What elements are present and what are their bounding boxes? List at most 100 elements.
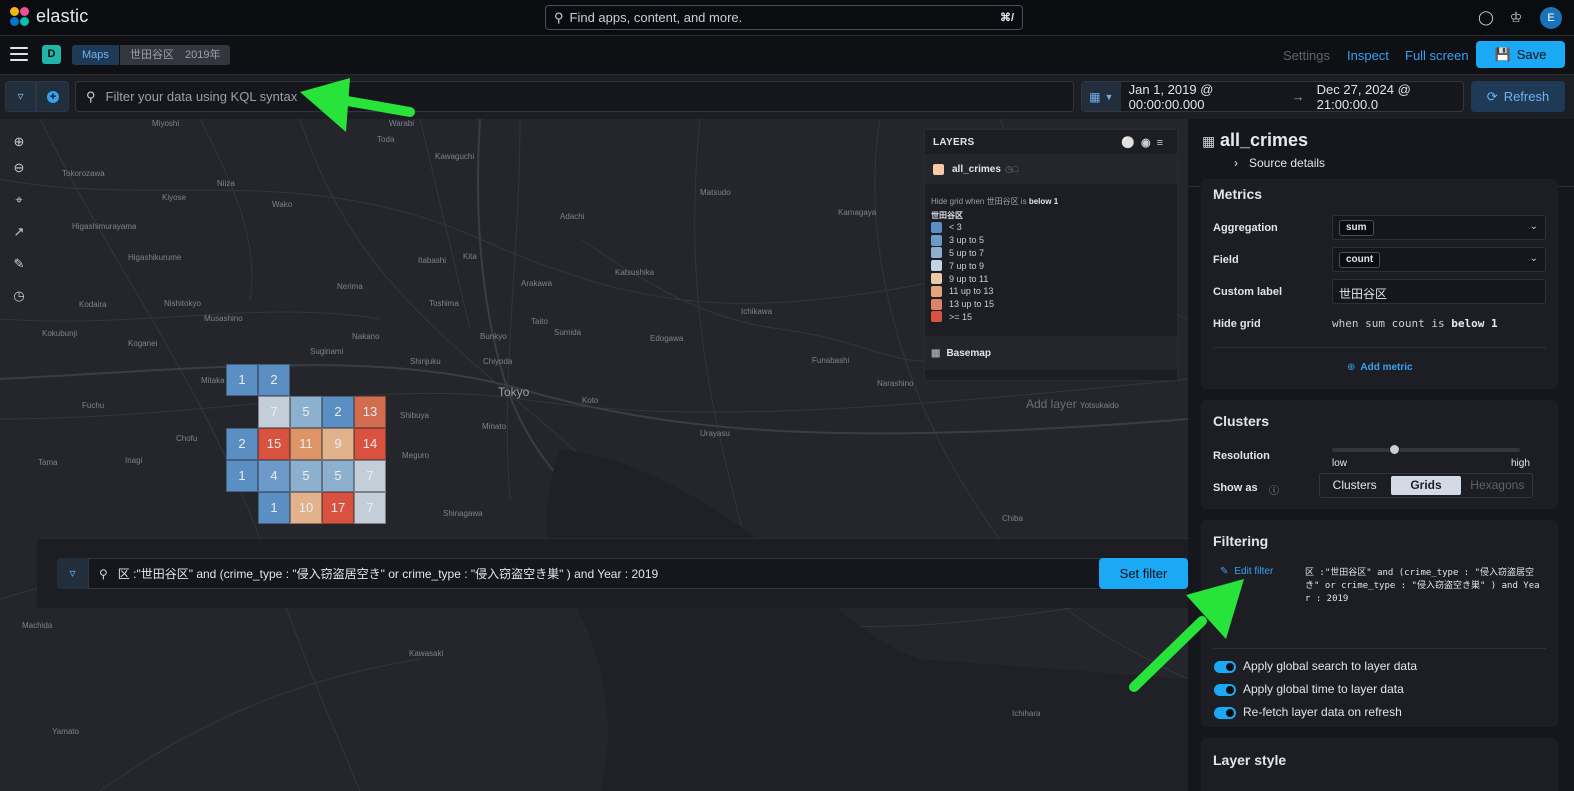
aggregation-value: sum: [1339, 220, 1374, 236]
legend-swatch: [931, 273, 942, 285]
zoom-out-icon[interactable]: ⊖: [10, 159, 28, 177]
grid-cell[interactable]: 7: [258, 396, 290, 428]
save-button[interactable]: 💾 Save: [1476, 41, 1565, 68]
grid-cell[interactable]: 2: [258, 364, 290, 396]
settings-link[interactable]: Settings: [1283, 48, 1330, 63]
grid-cell[interactable]: 1: [226, 460, 258, 492]
calendar-icon[interactable]: ▦ ▼: [1082, 82, 1121, 111]
layer-settings-header: ▦ all_crimes › Source details: [1188, 119, 1574, 187]
map-label: Kita: [463, 252, 477, 261]
grid-cell[interactable]: 7: [354, 460, 386, 492]
layer-row-all-crimes[interactable]: all_crimes ◷□: [925, 154, 1177, 184]
grid-cell[interactable]: 5: [290, 396, 322, 428]
grid-cell[interactable]: 7: [354, 492, 386, 524]
chevron-right-icon[interactable]: ›: [1234, 156, 1238, 170]
grid-cell[interactable]: 2: [322, 396, 354, 428]
search-icon: ⚲: [86, 88, 96, 104]
global-time-toggle-label: Apply global time to layer data: [1243, 682, 1404, 696]
grid-cell[interactable]: 1: [258, 492, 290, 524]
legend-swatch: [931, 260, 942, 272]
arrow-right-icon: →: [1291, 89, 1305, 104]
filter-menu-icon[interactable]: ▿: [5, 81, 36, 112]
search-icon: ⚲: [99, 566, 108, 581]
query-bar: ▿ + ⚲ Filter your data using KQL syntax …: [0, 75, 1574, 119]
aggregation-select[interactable]: sum ⌄: [1332, 215, 1546, 240]
show-as-button-group: Clusters Grids Hexagons: [1319, 473, 1533, 498]
global-search-input[interactable]: ⚲ Find apps, content, and more. ⌘/: [545, 5, 1023, 30]
grid-cell[interactable]: 5: [322, 460, 354, 492]
resolution-slider[interactable]: [1332, 444, 1520, 455]
map-label: Toda: [377, 135, 395, 144]
legend-swatch: [931, 298, 942, 310]
app-toolbar: D Maps 世田谷区 2019年 Settings Inspect Full …: [0, 36, 1574, 75]
grid-cell[interactable]: 14: [354, 428, 386, 460]
refresh-icon: ⟳: [1486, 88, 1498, 104]
layer-visibility-icons[interactable]: ⚪◉≡: [1121, 136, 1169, 149]
layer-filter-input[interactable]: ⚲ 区 :"世田谷区" and (crime_type : "侵入窃盗居空き" …: [88, 558, 1127, 589]
space-avatar[interactable]: D: [42, 45, 61, 64]
grid-cell[interactable]: 2: [226, 428, 258, 460]
map-label: Mitaka: [201, 376, 225, 385]
add-filter-button[interactable]: +: [36, 81, 69, 112]
zoom-in-icon[interactable]: ⊕: [10, 133, 28, 151]
grid-cell[interactable]: 4: [258, 460, 290, 492]
custom-label-input[interactable]: 世田谷区: [1332, 279, 1546, 304]
elastic-logo[interactable]: elastic: [10, 6, 88, 27]
grid-cell[interactable]: 17: [322, 492, 354, 524]
news-feed-icon[interactable]: ♔: [1507, 8, 1525, 26]
refetch-toggle[interactable]: [1214, 707, 1236, 719]
layer-name[interactable]: all_crimes: [952, 164, 1001, 175]
legend-label: 3 up to 5: [949, 235, 985, 246]
hide-grid-condition[interactable]: when sum count is below 1: [1332, 317, 1498, 330]
layer-filter-query[interactable]: 区 :"世田谷区" and (crime_type : "侵入窃盗居空き" or…: [118, 565, 658, 582]
inspect-link[interactable]: Inspect: [1347, 48, 1389, 63]
layers-title: LAYERS: [933, 136, 975, 148]
field-select[interactable]: count ⌄: [1332, 247, 1546, 272]
timeslider-icon[interactable]: ◷: [10, 287, 28, 305]
legend-label: < 3: [949, 222, 962, 233]
full-screen-link[interactable]: Full screen: [1405, 48, 1469, 63]
map-label: Machida: [22, 621, 53, 630]
show-as-hexagons[interactable]: Hexagons: [1463, 474, 1532, 497]
date-start[interactable]: Jan 1, 2019 @ 00:00:00.000: [1129, 82, 1280, 112]
source-details-toggle[interactable]: Source details: [1249, 156, 1325, 170]
grid-cell[interactable]: 9: [322, 428, 354, 460]
info-icon[interactable]: ⓘ: [1269, 482, 1279, 497]
map-label: Ichihara: [1012, 709, 1041, 718]
filter-menu-icon[interactable]: ▿: [57, 558, 88, 589]
kql-search-input[interactable]: ⚲ Filter your data using KQL syntax: [75, 81, 1074, 112]
map-label: Chofu: [176, 434, 198, 443]
basemap-layer-row[interactable]: ▦ Basemap: [925, 336, 1177, 370]
legend-label: 13 up to 15: [949, 299, 995, 310]
help-icon[interactable]: ◯: [1477, 8, 1495, 26]
grid-cell[interactable]: 13: [354, 396, 386, 428]
fit-to-data-icon[interactable]: ⌖: [10, 191, 28, 209]
menu-icon[interactable]: [10, 47, 28, 63]
resolution-high-label: high: [1511, 458, 1530, 469]
grid-cell[interactable]: 10: [290, 492, 322, 524]
date-range-picker[interactable]: ▦ ▼ Jan 1, 2019 @ 00:00:00.000 → Dec 27,…: [1081, 81, 1464, 112]
breadcrumb-maps[interactable]: Maps: [72, 45, 119, 65]
grid-cell[interactable]: 11: [290, 428, 322, 460]
show-as-clusters[interactable]: Clusters: [1320, 474, 1389, 497]
refresh-button[interactable]: ⟳ Refresh: [1471, 81, 1565, 112]
draw-tools-icon[interactable]: ✎: [10, 255, 28, 273]
basemap-label[interactable]: Basemap: [946, 348, 990, 359]
add-layer-hint[interactable]: Add layer: [1026, 397, 1077, 411]
add-metric-button[interactable]: ⊕ Add metric: [1347, 362, 1413, 373]
measure-icon[interactable]: ↗: [10, 223, 28, 241]
grid-cell[interactable]: 1: [226, 364, 258, 396]
hide-grid-label: Hide grid: [1213, 318, 1261, 330]
slider-thumb[interactable]: [1389, 444, 1401, 455]
map-label: Urayasu: [700, 429, 730, 438]
user-avatar[interactable]: E: [1540, 7, 1562, 29]
layer-style-card: Layer style: [1201, 738, 1558, 791]
filter-query-display: 区 :"世田谷区" and (crime_type : "侵入窃盗居空き" or…: [1305, 568, 1540, 604]
show-as-grids[interactable]: Grids: [1391, 476, 1461, 495]
grid-cell[interactable]: 5: [290, 460, 322, 492]
chevron-down-icon: ⌄: [1529, 253, 1538, 264]
grid-cell[interactable]: 15: [258, 428, 290, 460]
search-shortcut-hint: ⌘/: [999, 12, 1014, 24]
kql-placeholder: Filter your data using KQL syntax: [105, 89, 298, 104]
date-end[interactable]: Dec 27, 2024 @ 21:00:00.0: [1317, 82, 1463, 112]
